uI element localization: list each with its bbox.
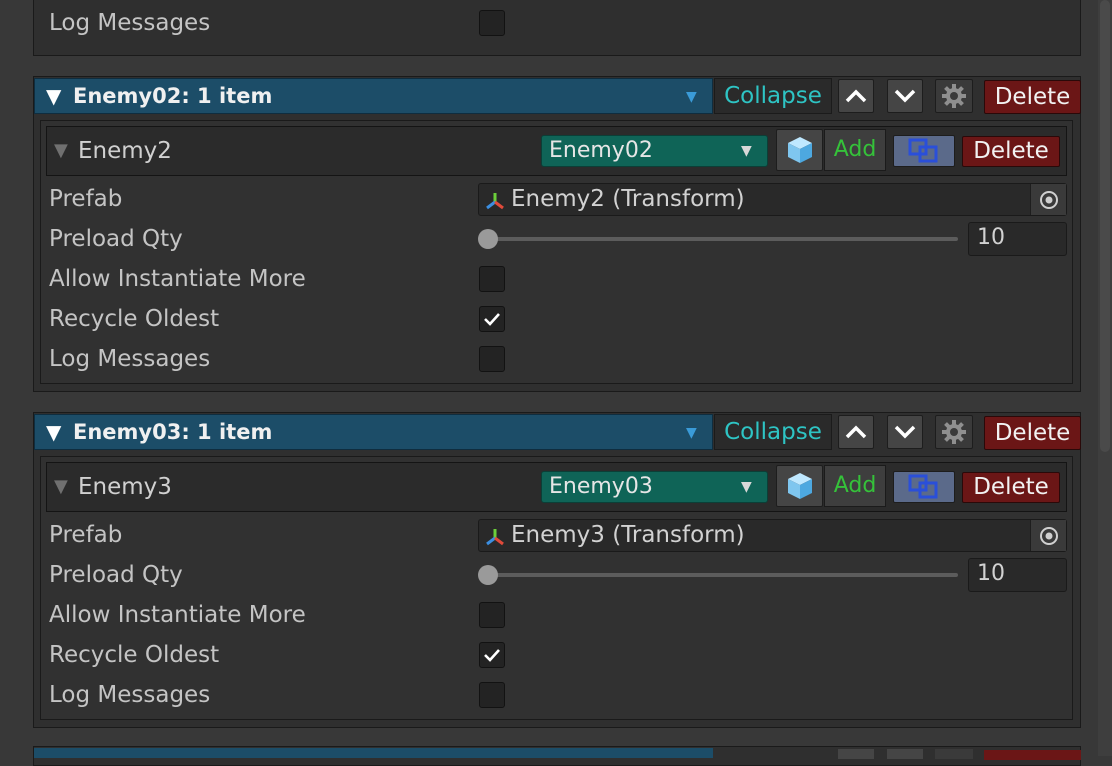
allow-instantiate-more-checkbox[interactable] — [479, 266, 505, 292]
chevron-up-icon — [845, 89, 867, 103]
recycle-oldest-label: Recycle Oldest — [49, 306, 220, 332]
group-header-dropdown[interactable]: Enemy02: 1 item — [34, 78, 713, 114]
group-header-dropdown[interactable] — [34, 748, 713, 758]
prefab-value: Enemy2 (Transform) — [511, 186, 745, 212]
clone-item-button[interactable] — [893, 471, 955, 503]
recycle-oldest-label: Recycle Oldest — [49, 642, 220, 668]
group-title: Enemy02: 1 item — [73, 84, 273, 108]
preload-qty-slider-track[interactable] — [482, 573, 958, 577]
recycle-oldest-checkbox[interactable] — [479, 306, 505, 332]
item-foldout-icon[interactable]: ▼ — [54, 476, 68, 497]
group-title: Enemy03: 1 item — [73, 420, 273, 444]
recycle-oldest-checkbox[interactable] — [479, 642, 505, 668]
allow-instantiate-more-label: Allow Instantiate More — [49, 602, 306, 628]
item-foldout-icon[interactable]: ▼ — [54, 140, 68, 161]
chevron-down-icon — [894, 89, 916, 103]
log-messages-label: Log Messages — [49, 682, 211, 708]
prefab-select-dropdown[interactable]: Enemy02 — [541, 135, 768, 167]
collapse-button[interactable]: Collapse — [714, 78, 832, 114]
log-messages-label: Log Messages — [49, 346, 211, 372]
prefab-object-field[interactable]: Enemy2 (Transform) — [478, 183, 1067, 216]
triangle-down-icon[interactable]: ▼ — [46, 84, 61, 108]
group-header-dropdown[interactable]: Enemy03: 1 item — [34, 414, 713, 450]
move-up-button[interactable] — [838, 415, 874, 449]
object-picker-button[interactable] — [1030, 520, 1066, 551]
preload-qty-input[interactable]: 10 — [968, 222, 1067, 256]
log-messages-checkbox[interactable] — [479, 10, 505, 36]
checkmark-icon — [484, 649, 500, 662]
checkmark-icon — [484, 313, 500, 326]
allow-instantiate-more-checkbox[interactable] — [479, 602, 505, 628]
prefab-label: Prefab — [49, 522, 123, 548]
preload-qty-slider-handle[interactable] — [478, 229, 498, 249]
prefab-select-value: Enemy02 — [549, 138, 653, 163]
prefab-select-dropdown[interactable]: Enemy03 — [541, 471, 768, 503]
cube-icon — [787, 137, 812, 163]
preload-qty-slider-track[interactable] — [482, 237, 958, 241]
object-picker-button[interactable] — [1030, 184, 1066, 215]
cube-icon — [787, 473, 812, 499]
add-item-button[interactable]: Add — [824, 465, 886, 507]
gear-icon — [942, 84, 966, 108]
prefab-object-field[interactable]: Enemy3 (Transform) — [478, 519, 1067, 552]
allow-instantiate-more-label: Allow Instantiate More — [49, 266, 306, 292]
target-circle-icon — [1039, 526, 1058, 545]
pool-item-name: Enemy3 — [78, 474, 172, 500]
settings-button[interactable] — [935, 749, 973, 759]
delete-item-button[interactable]: Delete — [962, 472, 1060, 503]
dropdown-arrow-icon: ▼ — [741, 143, 752, 159]
settings-button[interactable] — [935, 79, 973, 113]
transform-axis-icon — [486, 529, 504, 546]
move-up-button[interactable] — [838, 749, 874, 759]
clone-icon — [908, 138, 938, 163]
clone-icon — [908, 474, 938, 499]
move-down-button[interactable] — [887, 749, 923, 759]
prefab-value: Enemy3 (Transform) — [511, 522, 745, 548]
prefab-cube-button[interactable] — [776, 129, 823, 171]
move-up-button[interactable] — [838, 79, 874, 113]
dropdown-arrow-icon: ▼ — [741, 479, 752, 495]
triangle-down-icon[interactable]: ▼ — [46, 420, 61, 444]
log-messages-checkbox[interactable] — [479, 682, 505, 708]
prefab-label: Prefab — [49, 186, 123, 212]
delete-group-button[interactable] — [984, 750, 1081, 760]
target-circle-icon — [1039, 190, 1058, 209]
prefab-cube-button[interactable] — [776, 465, 823, 507]
preload-qty-label: Preload Qty — [49, 562, 183, 588]
move-down-button[interactable] — [887, 415, 923, 449]
preload-qty-slider-handle[interactable] — [478, 565, 498, 585]
pool-item-name: Enemy2 — [78, 138, 172, 164]
gear-icon — [942, 420, 966, 444]
log-messages-label: Log Messages — [49, 10, 211, 36]
settings-button[interactable] — [935, 415, 973, 449]
collapse-button[interactable]: Collapse — [714, 414, 832, 450]
delete-item-button[interactable]: Delete — [962, 136, 1060, 167]
scrollbar-thumb[interactable] — [1100, 0, 1110, 452]
log-messages-checkbox[interactable] — [479, 346, 505, 372]
dropdown-arrow-icon: ▼ — [686, 89, 697, 105]
dropdown-arrow-icon: ▼ — [686, 425, 697, 441]
move-down-button[interactable] — [887, 79, 923, 113]
add-item-button[interactable]: Add — [824, 129, 886, 171]
delete-group-button[interactable]: Delete — [984, 80, 1081, 114]
prefab-select-value: Enemy03 — [549, 474, 653, 499]
preload-qty-input[interactable]: 10 — [968, 558, 1067, 592]
transform-axis-icon — [486, 193, 504, 210]
delete-group-button[interactable]: Delete — [984, 416, 1081, 450]
chevron-up-icon — [845, 425, 867, 439]
chevron-down-icon — [894, 425, 916, 439]
preload-qty-label: Preload Qty — [49, 226, 183, 252]
clone-item-button[interactable] — [893, 135, 955, 167]
